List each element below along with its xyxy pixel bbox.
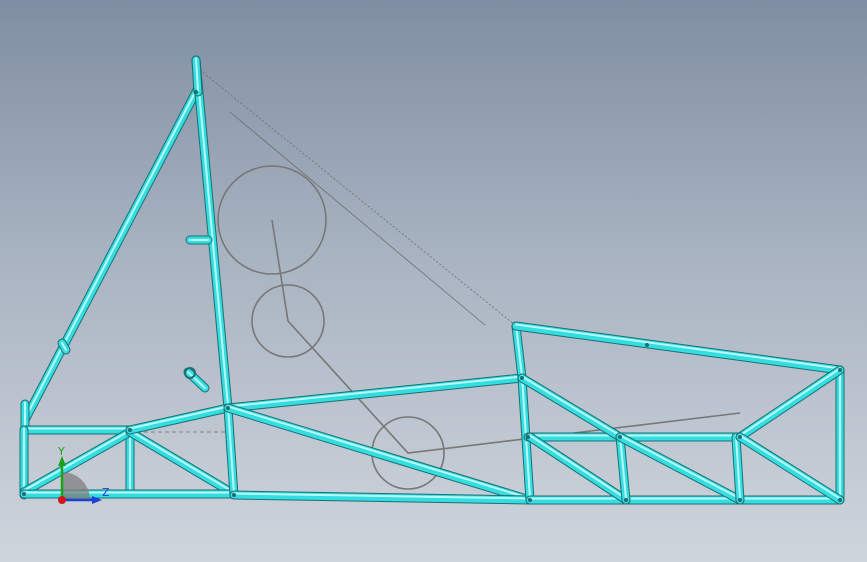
x-axis-origin bbox=[58, 496, 66, 504]
tube-mast-to-base[interactable] bbox=[223, 403, 239, 500]
tube-segment bbox=[227, 375, 523, 408]
construction-line-outer bbox=[199, 69, 516, 326]
tube-segment bbox=[515, 323, 841, 370]
construction-line-inner bbox=[229, 111, 486, 326]
tube-lower-rail-main[interactable] bbox=[229, 490, 535, 505]
joint-marker bbox=[226, 406, 230, 410]
tube-upper-chain-rail[interactable] bbox=[223, 373, 527, 413]
joint-marker bbox=[738, 498, 742, 502]
joint-marker bbox=[22, 492, 26, 496]
tube-front-diag-bottom-right[interactable] bbox=[735, 432, 845, 505]
tube-segment bbox=[736, 366, 844, 441]
tube-front-diag-lower-a[interactable] bbox=[525, 432, 631, 505]
tube-lower-rail-front[interactable] bbox=[525, 495, 845, 505]
tube-rear-diag-b[interactable] bbox=[125, 427, 239, 499]
tube-front-vertical-right[interactable] bbox=[731, 432, 745, 505]
tube-front-diag-upper[interactable] bbox=[517, 373, 625, 442]
tube-segment bbox=[619, 434, 741, 500]
joint-marker bbox=[618, 435, 622, 439]
tube-segment bbox=[739, 434, 841, 500]
frame-model-view[interactable]: Y Z bbox=[0, 0, 867, 562]
joint-marker bbox=[838, 368, 842, 372]
tube-segment bbox=[126, 428, 238, 498]
tube-top-front-rail[interactable] bbox=[511, 321, 845, 375]
tube-segment bbox=[518, 374, 624, 441]
tube-front-diag-top-right[interactable] bbox=[735, 365, 845, 442]
joint-marker bbox=[128, 428, 132, 432]
tube-segment bbox=[512, 322, 844, 374]
linkage-sketch bbox=[271, 219, 741, 454]
z-axis-label: Z bbox=[102, 486, 110, 499]
tube-frame bbox=[19, 55, 845, 505]
joint-marker bbox=[520, 376, 524, 380]
tube-segment bbox=[739, 367, 841, 437]
joint-marker bbox=[526, 435, 530, 439]
joint-marker bbox=[528, 498, 532, 502]
triad-shadow bbox=[62, 472, 90, 500]
tube-front-vertical-mid[interactable] bbox=[615, 432, 631, 505]
tube-segment bbox=[126, 404, 232, 434]
tube-main-mast[interactable] bbox=[191, 55, 233, 413]
tube-segment bbox=[526, 433, 630, 504]
tube-front-diag-lower-b[interactable] bbox=[615, 432, 745, 505]
tube-segment bbox=[224, 374, 526, 412]
tube-segment bbox=[129, 429, 235, 494]
tube-segment bbox=[195, 57, 229, 408]
cad-viewport[interactable]: Y Z bbox=[0, 0, 867, 562]
joint-marker bbox=[232, 493, 236, 497]
tube-segment bbox=[129, 405, 229, 430]
joint-marker bbox=[194, 90, 198, 94]
joint-marker bbox=[624, 498, 628, 502]
tube-seat-stay-diagonal[interactable] bbox=[20, 85, 202, 425]
tube-lower-rail-left[interactable] bbox=[19, 489, 239, 499]
tube-mast-top-tip[interactable] bbox=[191, 55, 203, 97]
tube-segment bbox=[616, 433, 744, 504]
joint-marker bbox=[645, 343, 649, 347]
tube-segment bbox=[521, 375, 621, 437]
chain-tab-stub[interactable] bbox=[57, 338, 71, 355]
joint-marker bbox=[838, 498, 842, 502]
joint-marker bbox=[738, 435, 742, 439]
tube-segment bbox=[529, 434, 627, 500]
y-axis-label: Y bbox=[57, 445, 65, 458]
tube-rear-top-to-mast[interactable] bbox=[125, 403, 233, 435]
tube-front-upright-left[interactable] bbox=[511, 321, 527, 383]
seat-clamp-stub[interactable] bbox=[183, 367, 210, 393]
tube-segment bbox=[736, 433, 844, 504]
tube-mid-rail[interactable] bbox=[523, 432, 745, 442]
tube-segment bbox=[24, 87, 198, 420]
tube-rear-box-top[interactable] bbox=[19, 425, 135, 435]
sketch-geometry bbox=[130, 69, 741, 490]
